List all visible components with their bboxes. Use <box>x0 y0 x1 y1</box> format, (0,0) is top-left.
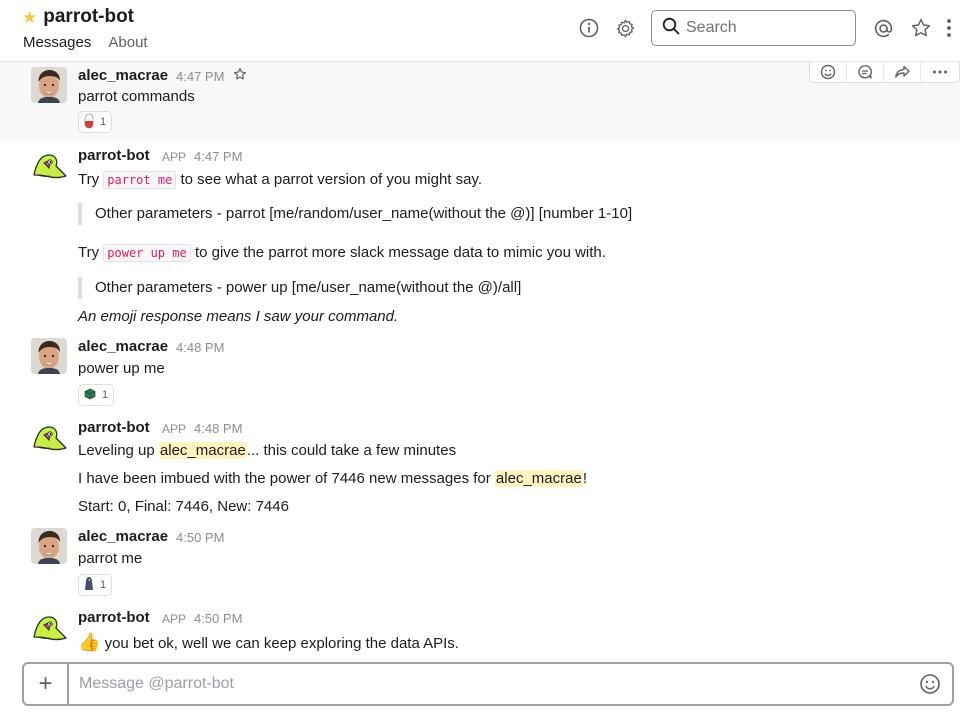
message-text: ... this could take a few minutes <box>246 442 457 459</box>
app-badge: APP <box>162 612 187 626</box>
message-text: to see what a parrot version of you migh… <box>180 171 483 188</box>
thread-icon[interactable] <box>847 62 884 83</box>
app-badge: APP <box>162 150 187 164</box>
message[interactable]: alec_macrae 4:48 PM power up me 1 <box>0 333 960 413</box>
message-actions <box>809 62 960 83</box>
search-box[interactable] <box>651 10 856 46</box>
timestamp[interactable]: 4:48 PM <box>176 340 224 355</box>
reaction-pill[interactable]: 1 <box>78 111 113 133</box>
add-reaction-icon[interactable] <box>810 62 847 83</box>
timestamp[interactable]: 4:47 PM <box>176 69 224 84</box>
star-message-icon[interactable] <box>233 67 247 86</box>
message-composer: + <box>22 662 954 706</box>
parrot-avatar-icon[interactable] <box>30 423 68 455</box>
message-text: you bet ok, well we can keep exploring t… <box>104 635 459 652</box>
message[interactable]: parrot-bot APP 4:50 PM 👍 you bet ok, wel… <box>0 603 960 660</box>
message-line: Try power up me to give the parrot more … <box>78 244 606 262</box>
emoji-icon <box>920 674 940 694</box>
sender-name[interactable]: alec_macrae <box>78 67 168 84</box>
plus-icon: + <box>38 670 53 697</box>
reaction-pill[interactable]: 1 <box>78 384 115 406</box>
avatar[interactable] <box>31 338 67 374</box>
message-line: I have been imbued with the power of 744… <box>78 470 587 487</box>
tab-about[interactable]: About <box>108 34 147 51</box>
message[interactable]: parrot-bot APP 4:47 PM Try parrot me to … <box>0 141 960 333</box>
user-mention[interactable]: alec_macrae <box>494 470 583 487</box>
channel-name[interactable]: parrot-bot <box>43 6 134 28</box>
inline-code: parrot me <box>103 171 177 189</box>
message-input[interactable] <box>69 675 908 693</box>
reaction-pill[interactable]: 1 <box>78 574 113 596</box>
bird-icon <box>84 576 94 595</box>
blockquote: Other parameters - power up [me/user_nam… <box>78 277 521 299</box>
message-line: Leveling up alec_macrae... this could ta… <box>78 442 456 459</box>
attach-button[interactable]: + <box>24 664 69 704</box>
parrot-avatar-icon[interactable] <box>30 613 68 645</box>
channel-header: ★ parrot-bot Messages About <box>0 0 960 62</box>
message-line: 👍 you bet ok, well we can keep exploring… <box>78 632 459 653</box>
message-text: Try <box>78 244 100 261</box>
info-icon[interactable] <box>578 17 600 39</box>
user-mention[interactable]: alec_macrae <box>158 442 247 459</box>
message-text: power up me <box>78 360 165 377</box>
avatar[interactable] <box>31 67 67 103</box>
parrot-avatar-icon[interactable] <box>30 151 68 183</box>
star-icon[interactable] <box>910 17 932 39</box>
app-badge: APP <box>162 422 187 436</box>
message-text: An emoji response means I saw your comma… <box>78 308 399 325</box>
message-list[interactable]: alec_macrae 4:47 PM parrot commands 1 pa… <box>0 62 960 660</box>
gear-icon[interactable] <box>614 17 636 39</box>
thumbs-up-icon: 👍 <box>78 632 101 652</box>
channel-tabs: Messages About <box>23 34 148 51</box>
reaction-count: 1 <box>102 389 109 401</box>
more-actions-icon[interactable] <box>921 62 959 83</box>
timestamp[interactable]: 4:50 PM <box>176 530 224 545</box>
tab-messages[interactable]: Messages <box>23 34 91 51</box>
inline-code: power up me <box>103 244 191 262</box>
pill-icon <box>84 113 94 132</box>
message-text: to give the parrot more slack message da… <box>194 244 606 261</box>
sender-name[interactable]: parrot-bot <box>78 147 150 164</box>
sender-name[interactable]: parrot-bot <box>78 609 150 626</box>
sender-name[interactable]: alec_macrae <box>78 338 168 355</box>
message-line: Try parrot me to see what a parrot versi… <box>78 171 483 189</box>
message-text: Leveling up <box>78 442 155 459</box>
message-text: ! <box>582 470 587 487</box>
reaction-count: 1 <box>100 579 107 591</box>
message-text: parrot me <box>78 550 143 567</box>
share-icon[interactable] <box>884 62 921 83</box>
blockquote: Other parameters - parrot [me/random/use… <box>78 203 632 225</box>
reaction-count: 1 <box>100 116 107 128</box>
timestamp[interactable]: 4:50 PM <box>194 611 242 626</box>
sender-name[interactable]: alec_macrae <box>78 528 168 545</box>
message-text: parrot commands <box>78 88 195 105</box>
message-text: I have been imbued with the power of 744… <box>78 470 491 487</box>
search-input[interactable] <box>686 19 846 37</box>
mention-icon[interactable] <box>872 17 894 39</box>
avatar[interactable] <box>31 528 67 564</box>
channel-title: ★ parrot-bot <box>22 6 134 28</box>
message-text: Try <box>78 171 100 188</box>
starred-icon[interactable]: ★ <box>22 9 37 26</box>
message[interactable]: alec_macrae 4:47 PM parrot commands 1 <box>0 62 960 141</box>
timestamp[interactable]: 4:47 PM <box>194 149 242 164</box>
message-text: Start: 0, Final: 7446, New: 7446 <box>78 498 289 515</box>
message[interactable]: alec_macrae 4:50 PM parrot me 1 <box>0 523 960 603</box>
emoji-picker-button[interactable] <box>908 664 952 704</box>
package-icon <box>84 388 96 403</box>
sender-name[interactable]: parrot-bot <box>78 419 150 436</box>
more-vertical-icon[interactable] <box>942 17 956 39</box>
timestamp[interactable]: 4:48 PM <box>194 421 242 436</box>
search-icon <box>662 17 680 40</box>
message[interactable]: parrot-bot APP 4:48 PM Leveling up alec_… <box>0 413 960 523</box>
